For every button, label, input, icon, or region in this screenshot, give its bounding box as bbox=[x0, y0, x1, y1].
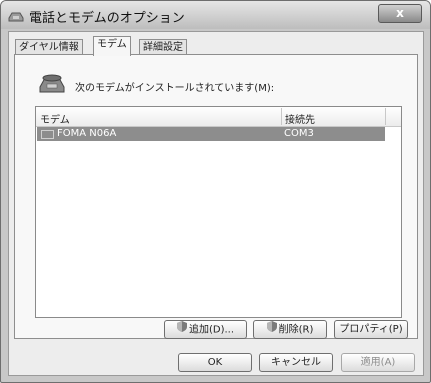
dialog-body: ダイヤル情報 モデム 詳細設定 次のモデムがインストールされています(M): モ… bbox=[8, 31, 424, 376]
list-item[interactable]: FOMA N06A COM3 bbox=[37, 127, 385, 141]
dialog-window: 電話とモデムのオプション x ダイヤル情報 モデム 詳細設定 次のモデムがインス… bbox=[0, 0, 431, 383]
column-header-port[interactable]: 接続先 bbox=[285, 111, 315, 126]
close-button[interactable]: x bbox=[378, 4, 422, 23]
shield-icon bbox=[266, 321, 277, 338]
remove-button[interactable]: 削除(R) bbox=[253, 320, 327, 339]
close-icon: x bbox=[396, 6, 404, 20]
remove-button-label: 削除(R) bbox=[278, 324, 314, 336]
tab-dialing-rules[interactable]: ダイヤル情報 bbox=[15, 39, 83, 55]
add-button-label: 追加(D)... bbox=[188, 324, 235, 336]
ok-button[interactable]: OK bbox=[178, 353, 252, 372]
tab-modems[interactable]: モデム bbox=[93, 36, 131, 56]
add-button[interactable]: 追加(D)... bbox=[164, 320, 247, 339]
modem-small-icon bbox=[41, 130, 54, 139]
phone-modem-icon bbox=[8, 8, 24, 22]
modem-list-description: 次のモデムがインストールされています(M): bbox=[75, 83, 275, 94]
cancel-button[interactable]: キャンセル bbox=[259, 353, 333, 372]
apply-button[interactable]: 適用(A) bbox=[341, 353, 415, 372]
column-divider[interactable] bbox=[385, 108, 386, 125]
modem-name: FOMA N06A bbox=[57, 128, 117, 139]
list-header: モデム 接続先 bbox=[36, 107, 401, 127]
column-divider[interactable] bbox=[281, 108, 282, 125]
tab-panel: 次のモデムがインストールされています(M): モデム 接続先 FOMA N06A… bbox=[14, 54, 418, 339]
title-bar[interactable]: 電話とモデムのオプション x bbox=[1, 1, 430, 29]
tab-advanced[interactable]: 詳細設定 bbox=[139, 39, 187, 55]
properties-button[interactable]: プロパティ(P) bbox=[334, 320, 408, 339]
modem-list[interactable]: モデム 接続先 FOMA N06A COM3 bbox=[35, 106, 402, 318]
shield-icon bbox=[176, 321, 187, 338]
modem-icon bbox=[38, 73, 66, 99]
column-header-modem[interactable]: モデム bbox=[40, 111, 70, 126]
window-title: 電話とモデムのオプション bbox=[29, 11, 185, 26]
modem-port: COM3 bbox=[284, 128, 314, 139]
